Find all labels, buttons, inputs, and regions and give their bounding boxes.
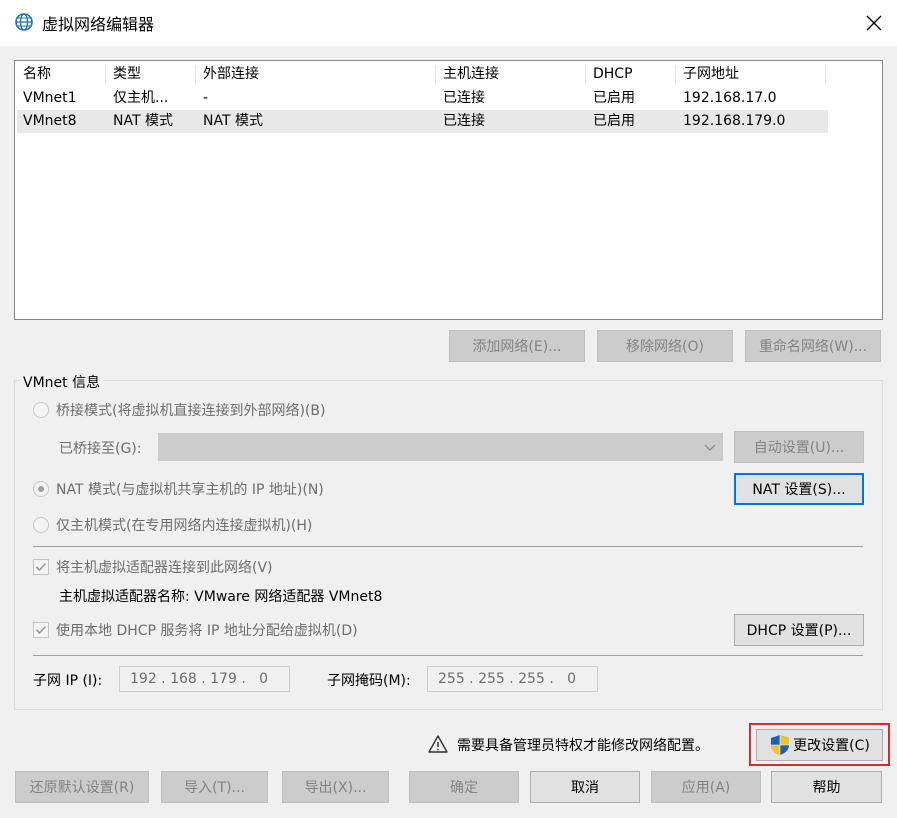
restore-defaults-button[interactable]: 还原默认设置(R) <box>15 771 149 803</box>
change-settings-label: 更改设置(C) <box>793 738 870 754</box>
connect-adapter-checkbox[interactable] <box>33 559 49 575</box>
subnet-ip-label: 子网 IP (I): <box>33 673 103 689</box>
title-bar: 虚拟网络编辑器 <box>0 0 897 46</box>
apply-button[interactable]: 应用(A) <box>651 771 761 803</box>
cell-external: NAT 模式 <box>203 113 263 129</box>
nat-mode-radio[interactable] <box>33 481 49 497</box>
cell-type: NAT 模式 <box>113 113 173 129</box>
cell-name: VMnet1 <box>23 90 77 106</box>
cell-subnet: 192.168.179.0 <box>683 113 786 129</box>
bridged-to-select[interactable] <box>158 433 723 461</box>
column-header-host[interactable]: 主机连接 <box>443 63 583 86</box>
bridge-mode-radio[interactable] <box>33 402 49 418</box>
warning-icon <box>428 735 448 753</box>
checkmark-icon <box>35 562 47 572</box>
cell-host: 已连接 <box>443 113 485 129</box>
export-button[interactable]: 导出(X)... <box>282 771 389 803</box>
table-row[interactable]: VMnet1 仅主机... - 已连接 已启用 192.168.17.0 <box>17 87 828 110</box>
ok-button[interactable]: 确定 <box>409 771 519 803</box>
cell-subnet: 192.168.17.0 <box>683 90 777 106</box>
host-only-radio[interactable] <box>33 517 49 533</box>
cell-type: 仅主机... <box>113 90 169 106</box>
uac-shield-icon <box>771 735 790 755</box>
cell-name: VMnet8 <box>23 113 77 129</box>
divider <box>33 655 863 656</box>
nat-settings-button[interactable]: NAT 设置(S)... <box>734 473 864 505</box>
connect-adapter-label: 将主机虚拟适配器连接到此网络(V) <box>56 560 273 576</box>
subnet-mask-label: 子网掩码(M): <box>327 673 411 689</box>
column-header-dhcp[interactable]: DHCP <box>593 63 673 86</box>
adapter-name-text: 主机虚拟适配器名称: VMware 网络适配器 VMnet8 <box>59 589 383 605</box>
subnet-mask-field[interactable]: 255 . 255 . 255 . 0 <box>427 666 598 692</box>
remove-network-button[interactable]: 移除网络(O) <box>597 330 733 362</box>
globe-icon <box>15 13 33 31</box>
cancel-button[interactable]: 取消 <box>530 771 640 803</box>
column-header-type[interactable]: 类型 <box>113 63 201 86</box>
close-icon <box>866 15 881 31</box>
dhcp-label: 使用本地 DHCP 服务将 IP 地址分配给虚拟机(D) <box>56 623 358 639</box>
vmnet-info-group <box>14 380 883 710</box>
checkmark-icon <box>35 625 47 635</box>
column-header-external[interactable]: 外部连接 <box>203 63 433 86</box>
rename-network-button[interactable]: 重命名网络(W)... <box>745 330 881 362</box>
close-button[interactable] <box>850 0 897 46</box>
divider <box>33 546 863 547</box>
cell-external: - <box>203 90 209 106</box>
dhcp-settings-button[interactable]: DHCP 设置(P)... <box>734 614 864 646</box>
column-header-subnet[interactable]: 子网地址 <box>683 63 823 86</box>
cell-dhcp: 已启用 <box>593 113 635 129</box>
subnet-ip-field[interactable]: 192 . 168 . 179 . 0 <box>119 666 290 692</box>
window-title: 虚拟网络编辑器 <box>42 15 155 34</box>
cell-dhcp: 已启用 <box>593 90 635 106</box>
help-button[interactable]: 帮助 <box>771 771 882 803</box>
add-network-button[interactable]: 添加网络(E)... <box>449 330 585 362</box>
admin-warning-text: 需要具备管理员特权才能修改网络配置。 <box>457 738 709 754</box>
chevron-down-icon <box>704 444 716 451</box>
dhcp-checkbox[interactable] <box>33 622 49 638</box>
cell-host: 已连接 <box>443 90 485 106</box>
host-only-label: 仅主机模式(在专用网络内连接虚拟机)(H) <box>56 518 313 534</box>
change-settings-button[interactable]: 更改设置(C) <box>756 729 883 761</box>
table-row-selected[interactable]: VMnet8 NAT 模式 NAT 模式 已连接 已启用 192.168.179… <box>17 110 828 133</box>
network-list[interactable]: 名称 类型 外部连接 主机连接 DHCP 子网地址 VMnet1 仅主机... … <box>14 60 883 320</box>
auto-settings-button[interactable]: 自动设置(U)... <box>734 431 864 463</box>
list-header: 名称 类型 外部连接 主机连接 DHCP 子网地址 <box>15 63 840 86</box>
vmnet-info-label: VMnet 信息 <box>20 372 104 392</box>
bridged-to-label: 已桥接至(G): <box>59 441 142 457</box>
nat-mode-label: NAT 模式(与虚拟机共享主机的 IP 地址)(N) <box>56 482 324 498</box>
import-button[interactable]: 导入(T)... <box>161 771 268 803</box>
column-header-name[interactable]: 名称 <box>23 63 111 86</box>
bridge-mode-label: 桥接模式(将虚拟机直接连接到外部网络)(B) <box>56 403 326 419</box>
